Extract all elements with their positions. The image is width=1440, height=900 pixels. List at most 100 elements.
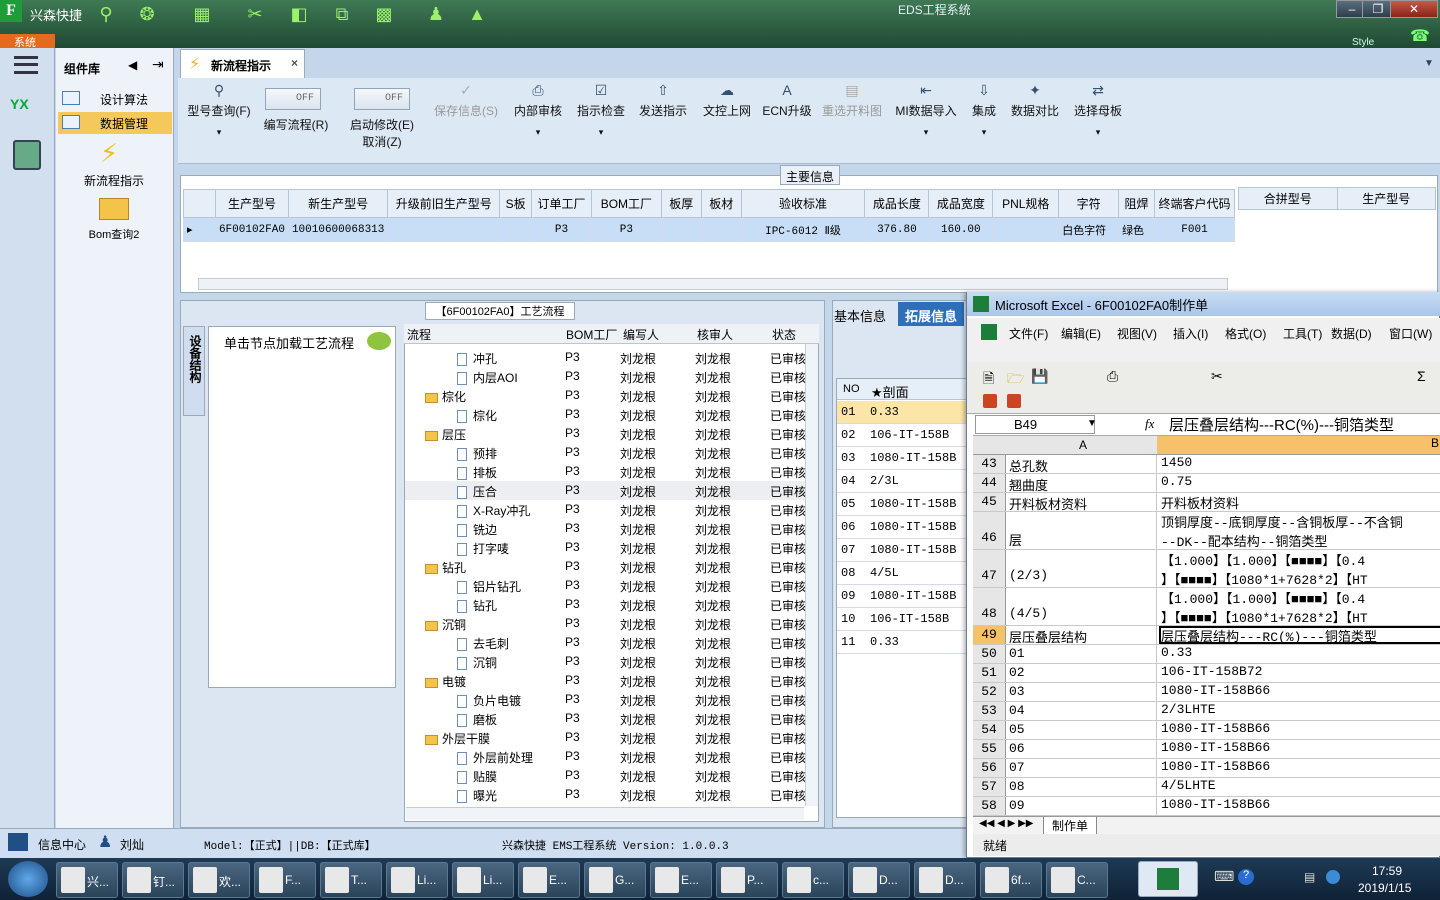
doc-online-button[interactable]: ☁ 文控上网 xyxy=(700,82,754,152)
send-instruction-button[interactable]: ⇧ 发送指示 xyxy=(636,82,690,152)
pdf-icon[interactable] xyxy=(983,394,997,408)
clock-date[interactable]: 2019/1/15 xyxy=(1358,881,1411,895)
tree-row[interactable]: 压合 P3 刘龙根 刘龙根 已审核 xyxy=(405,481,805,500)
print-icon[interactable]: ⎙ xyxy=(1107,368,1118,385)
column-header[interactable]: 板材 xyxy=(700,189,742,218)
cell[interactable] xyxy=(992,217,1060,242)
chevron-down-icon[interactable]: ▼ xyxy=(1424,58,1434,69)
tab-equipment-structure[interactable]: 设备结构 xyxy=(183,326,205,416)
excel-row[interactable]: 51 02 106-IT-158B72 xyxy=(973,664,1440,683)
process-node[interactable]: 负片电镀 xyxy=(457,692,521,709)
excel-row[interactable]: 57 08 4/5LHTE xyxy=(973,778,1440,797)
excel-row[interactable]: 58 09 1080-IT-158B66 xyxy=(973,797,1440,816)
function-icon[interactable]: fx xyxy=(1145,416,1154,432)
grid-icon[interactable]: ▩ xyxy=(372,2,396,26)
cell-a[interactable]: 04 xyxy=(1007,702,1157,720)
tree-row[interactable]: 沉铜 P3 刘龙根 刘龙根 已审核 xyxy=(405,614,805,633)
task-button[interactable]: T... xyxy=(320,862,382,898)
column-a-header[interactable]: A xyxy=(1079,438,1087,452)
tree-row[interactable]: 排板 P3 刘龙根 刘龙根 已审核 xyxy=(405,462,805,481)
process-node[interactable]: 曝光 xyxy=(457,787,497,804)
cell-a[interactable]: 05 xyxy=(1007,721,1157,739)
close-tab-icon[interactable]: × xyxy=(291,56,298,70)
style-label[interactable]: Style xyxy=(1352,37,1374,48)
cell-a[interactable]: 总孔数 xyxy=(1007,455,1157,473)
table-row[interactable]: 07 1080-IT-158B xyxy=(837,539,967,562)
process-node[interactable]: 去毛刺 xyxy=(457,635,509,652)
menu-view[interactable]: 视图(V) xyxy=(1117,325,1157,342)
table-row[interactable]: 05 1080-IT-158B xyxy=(837,493,967,516)
table-row[interactable]: 02 106-IT-158B xyxy=(837,424,967,447)
save-icon[interactable]: 💾 xyxy=(1031,368,1048,385)
horizontal-scrollbar[interactable] xyxy=(406,807,804,820)
menu-insert[interactable]: 插入(I) xyxy=(1173,325,1208,342)
tree-row[interactable]: 沉铜 P3 刘龙根 刘龙根 已审核 xyxy=(405,652,805,671)
column-header[interactable]: 订单工厂 xyxy=(531,189,592,218)
excel-row[interactable]: 52 03 1080-IT-158B66 xyxy=(973,683,1440,702)
tree-row[interactable]: X-Ray冲孔 P3 刘龙根 刘龙根 已审核 xyxy=(405,500,805,519)
lifebuoy-icon[interactable]: ❂ xyxy=(135,2,159,26)
row-number[interactable]: 53 xyxy=(973,702,1006,720)
tree-row[interactable]: 层压 P3 刘龙根 刘龙根 已审核 xyxy=(405,424,805,443)
task-button[interactable]: 欢... xyxy=(188,862,250,898)
reselect-cut-chart-button[interactable]: ▤ 重选开料图 xyxy=(820,82,884,152)
tree-row[interactable]: 打字唛 P3 刘龙根 刘龙根 已审核 xyxy=(405,538,805,557)
row-number[interactable]: 47 xyxy=(973,550,1006,587)
tree-row[interactable]: 负片电镀 P3 刘龙根 刘龙根 已审核 xyxy=(405,690,805,709)
task-button[interactable]: G... xyxy=(584,862,646,898)
tab-extended-info[interactable]: 拓展信息 xyxy=(898,302,964,326)
cell-a[interactable]: (4/5) xyxy=(1007,588,1157,625)
excel-row[interactable]: 47 (2/3) 【1.000】【1.000】【■■■■】【0.4 】【■■■■】【1… xyxy=(973,550,1440,588)
task-button[interactable]: c... xyxy=(782,862,844,898)
windows-grid-icon[interactable] xyxy=(8,833,28,851)
internal-review-button[interactable]: ⎙ 内部审核 ▾ xyxy=(510,82,566,152)
tree-row[interactable]: 冲孔 P3 刘龙根 刘龙根 已审核 xyxy=(405,348,805,367)
cell-b[interactable]: 【1.000】【1.000】【■■■■】【0.4 】【■■■■】【1080*1+7… xyxy=(1159,588,1440,625)
film-icon[interactable]: ◧ xyxy=(287,2,311,26)
process-node[interactable]: 外层前处理 xyxy=(457,749,533,766)
table-row[interactable]: 11 0.33 xyxy=(837,631,967,654)
process-node[interactable]: 预排 xyxy=(457,445,497,462)
cell[interactable] xyxy=(387,217,501,242)
tree-row[interactable]: 贴膜 P3 刘龙根 刘龙根 已审核 xyxy=(405,766,805,785)
cell[interactable] xyxy=(499,217,533,242)
scissors-icon[interactable]: ✂ xyxy=(243,2,267,26)
process-node[interactable]: 贴膜 xyxy=(457,768,497,785)
process-node[interactable]: 铝片钻孔 xyxy=(457,578,521,595)
process-node[interactable]: 沉铜 xyxy=(425,616,466,633)
sheet-nav-icon[interactable]: ◀◀ ◀ ▶ ▶▶ xyxy=(979,818,1033,829)
process-node[interactable]: 沉铜 xyxy=(457,654,497,671)
cell[interactable]: 白色字符 xyxy=(1058,217,1120,242)
task-button[interactable]: 兴... xyxy=(56,862,118,898)
menu-icon[interactable] xyxy=(14,56,38,74)
table-row[interactable]: 04 2/3L xyxy=(837,470,967,493)
cell[interactable] xyxy=(700,217,742,242)
tree-row[interactable]: 棕化 P3 刘龙根 刘龙根 已审核 xyxy=(405,386,805,405)
tree-row[interactable]: 去毛刺 P3 刘龙根 刘龙根 已审核 xyxy=(405,633,805,652)
cell-b[interactable]: 4/5LHTE xyxy=(1159,778,1440,796)
row-number[interactable]: 54 xyxy=(973,721,1006,739)
table-row[interactable]: ▸ 6F00102FA0 10010600068313 P3 P3 IPC-60… xyxy=(183,217,1235,242)
excel-row[interactable]: 50 01 0.33 xyxy=(973,645,1440,664)
cell[interactable]: P3 xyxy=(531,217,592,242)
nav-item-design-algorithm[interactable]: 设计算法 xyxy=(58,88,172,110)
phone-icon[interactable]: ☎ xyxy=(1410,26,1430,46)
column-header[interactable]: 编写人 xyxy=(623,326,659,343)
column-header[interactable]: 合拼型号 xyxy=(1238,187,1338,210)
excel-row[interactable]: 43 总孔数 1450 xyxy=(973,455,1440,474)
process-node[interactable]: 磨板 xyxy=(457,711,497,728)
data-compare-button[interactable]: ✦ 数据对比 xyxy=(1008,82,1062,152)
process-node[interactable]: 打字唛 xyxy=(457,540,509,557)
help-icon[interactable]: ? xyxy=(1238,869,1254,885)
cell[interactable]: 160.00 xyxy=(928,217,994,242)
process-node[interactable]: 冲孔 xyxy=(457,350,497,367)
yx-module-icon[interactable]: YX xyxy=(10,96,44,126)
process-node[interactable]: 钻孔 xyxy=(425,559,466,576)
column-header[interactable]: 板厚 xyxy=(660,189,702,218)
process-node[interactable]: 棕化 xyxy=(425,388,466,405)
column-header[interactable]: 流程 xyxy=(407,326,431,343)
search-icon[interactable]: ⚲ xyxy=(94,2,118,26)
column-header[interactable]: NO xyxy=(843,383,860,395)
open-folder-icon[interactable]: 🗁 xyxy=(1007,368,1024,392)
process-node[interactable]: 内层AOI xyxy=(457,369,518,386)
